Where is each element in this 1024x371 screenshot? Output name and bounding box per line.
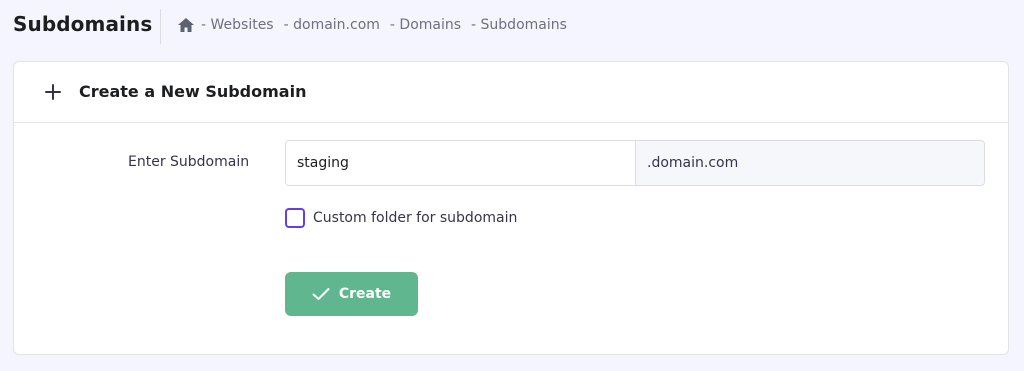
create-button-label: Create bbox=[338, 286, 392, 302]
check-icon bbox=[312, 287, 330, 301]
breadcrumb: - Websites - domain.com - Domains - Subd… bbox=[177, 17, 567, 33]
create-subdomain-card: Create a New Subdomain Enter Subdomain .… bbox=[13, 61, 1009, 355]
domain-suffix: .domain.com bbox=[636, 141, 984, 185]
top-bar: Subdomains - Websites - domain.com - Dom… bbox=[0, 0, 1024, 54]
header-divider bbox=[160, 9, 161, 44]
card-title: Create a New Subdomain bbox=[79, 82, 307, 101]
subdomain-input-group: .domain.com bbox=[285, 140, 985, 186]
breadcrumb-item-domains[interactable]: - Domains bbox=[390, 17, 461, 33]
custom-folder-checkbox[interactable] bbox=[285, 208, 305, 228]
home-icon[interactable] bbox=[177, 17, 195, 33]
plus-icon bbox=[44, 83, 62, 101]
breadcrumb-item-domain[interactable]: - domain.com bbox=[284, 17, 380, 33]
page-title: Subdomains bbox=[13, 12, 153, 36]
custom-folder-option[interactable]: Custom folder for subdomain bbox=[285, 208, 517, 228]
breadcrumb-item-subdomains: - Subdomains bbox=[471, 17, 567, 33]
subdomain-input[interactable] bbox=[286, 141, 636, 185]
create-button[interactable]: Create bbox=[285, 272, 418, 316]
subdomain-label: Enter Subdomain bbox=[128, 154, 250, 170]
breadcrumb-item-websites[interactable]: - Websites bbox=[201, 17, 274, 33]
custom-folder-label: Custom folder for subdomain bbox=[313, 210, 518, 226]
card-header[interactable]: Create a New Subdomain bbox=[14, 62, 1008, 123]
